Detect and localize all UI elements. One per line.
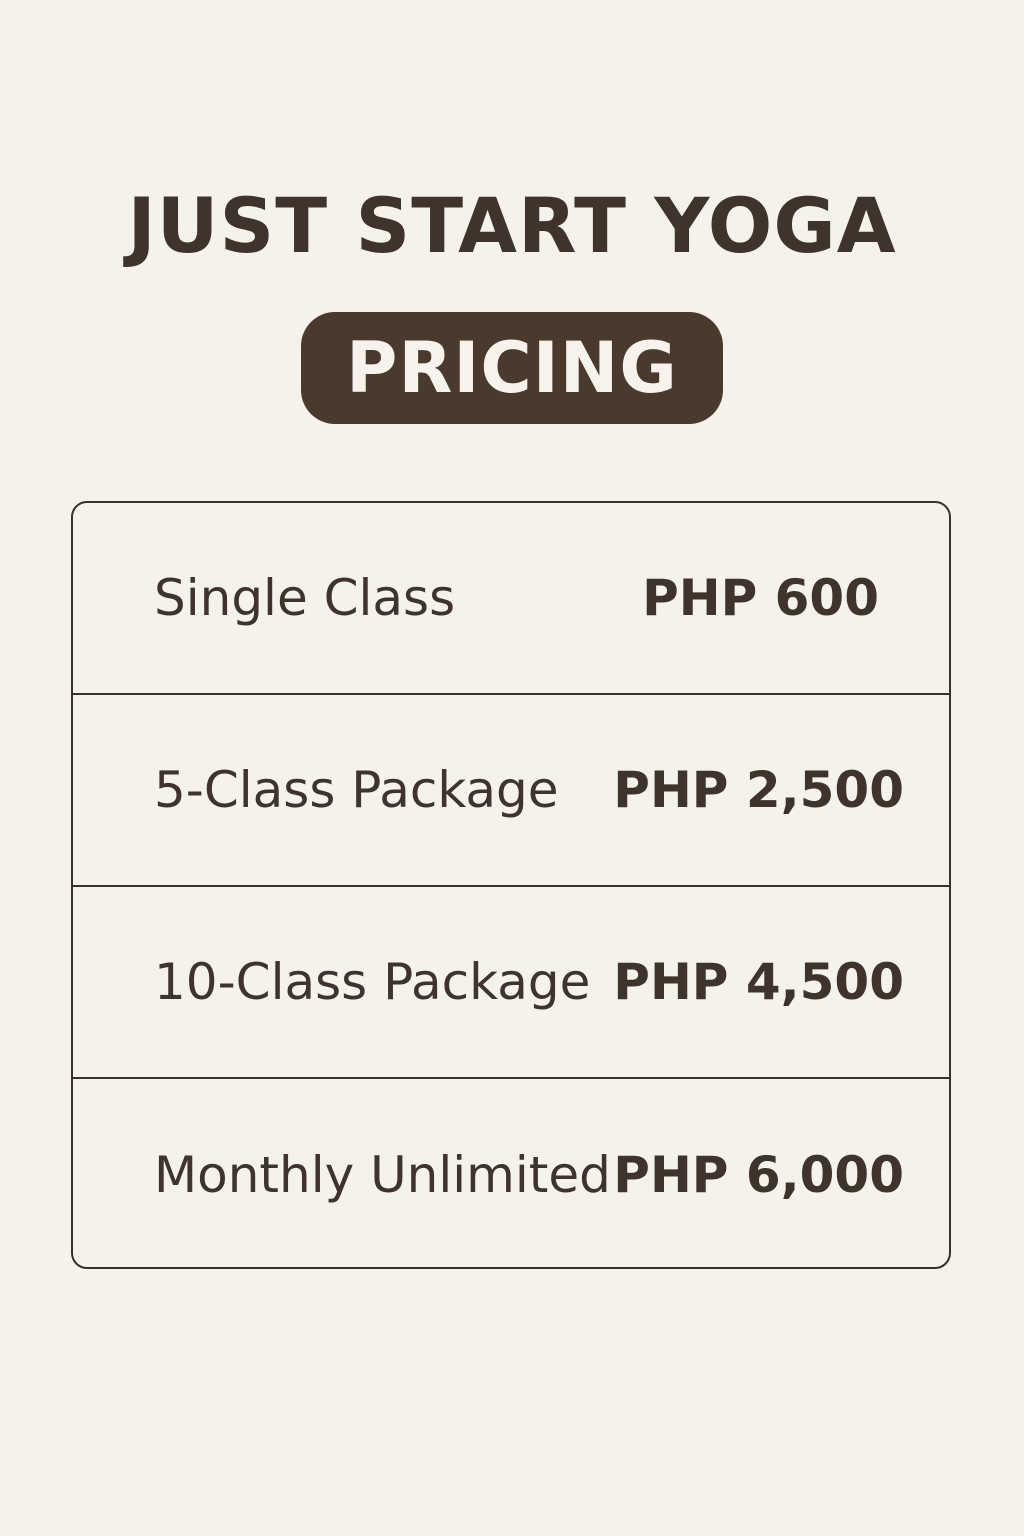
pricing-item-label: Monthly Unlimited [154,1146,611,1204]
pricing-page: JUST START YOGA PRICING Single Class PHP… [0,0,1024,1536]
pricing-badge-label: PRICING [346,327,678,409]
pricing-item-price: PHP 600 [642,569,879,627]
pricing-row-10-class-package: 10-Class Package PHP 4,500 [73,887,949,1079]
pricing-row-monthly-unlimited: Monthly Unlimited PHP 6,000 [73,1079,949,1267]
pricing-table: Single Class PHP 600 5-Class Package PHP… [71,501,951,1269]
page-title: JUST START YOGA [127,181,897,270]
pricing-item-price: PHP 6,000 [613,1146,904,1204]
pricing-item-label: 10-Class Package [154,953,591,1011]
pricing-item-price: PHP 4,500 [613,953,904,1011]
pricing-item-label: 5-Class Package [154,761,559,819]
pricing-badge: PRICING [301,312,723,424]
pricing-item-label: Single Class [154,569,456,627]
pricing-row-5-class-package: 5-Class Package PHP 2,500 [73,695,949,887]
pricing-row-single-class: Single Class PHP 600 [73,503,949,695]
pricing-item-price: PHP 2,500 [613,761,904,819]
